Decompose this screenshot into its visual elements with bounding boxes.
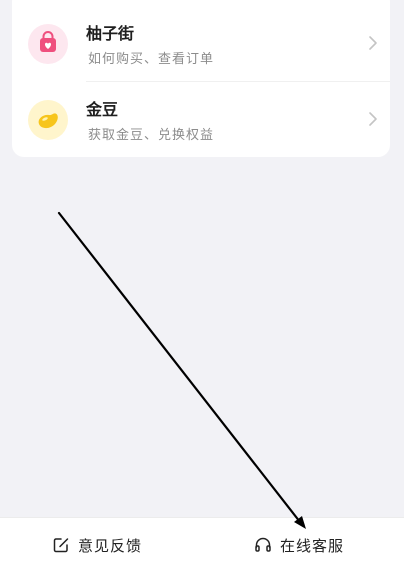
chevron-right-icon <box>369 36 377 50</box>
bottom-action-bar: 意见反馈 在线客服 <box>0 517 404 575</box>
menu-item-icon-bg <box>28 24 68 64</box>
menu-item-icon-bg <box>28 100 68 140</box>
shopping-bag-icon <box>40 31 56 52</box>
online-service-label: 在线客服 <box>280 536 345 555</box>
menu-item-youzijie[interactable]: 柚子街 如何购买、查看订单 <box>12 6 390 81</box>
menu-item-subtitle: 如何购买、查看订单 <box>88 52 215 67</box>
menu-item-jindou[interactable]: 金豆 获取金豆、兑换权益 <box>12 81 390 157</box>
headset-icon <box>255 537 271 552</box>
annotation-arrow-line <box>57 211 302 524</box>
edit-icon <box>53 538 69 553</box>
menu-item-subtitle: 获取金豆、兑换权益 <box>88 128 215 143</box>
online-service-button[interactable]: 在线客服 <box>254 533 344 557</box>
menu-item-title: 柚子街 <box>86 24 135 43</box>
help-menu-card: 柚子街 如何购买、查看订单 金豆 获取金豆、兑换权益 <box>12 0 390 157</box>
menu-item-title: 金豆 <box>86 100 119 119</box>
feedback-button[interactable]: 意见反馈 <box>52 533 142 557</box>
feedback-label: 意见反馈 <box>78 536 143 555</box>
chevron-right-icon <box>369 112 377 126</box>
golden-bean-icon <box>38 113 58 129</box>
